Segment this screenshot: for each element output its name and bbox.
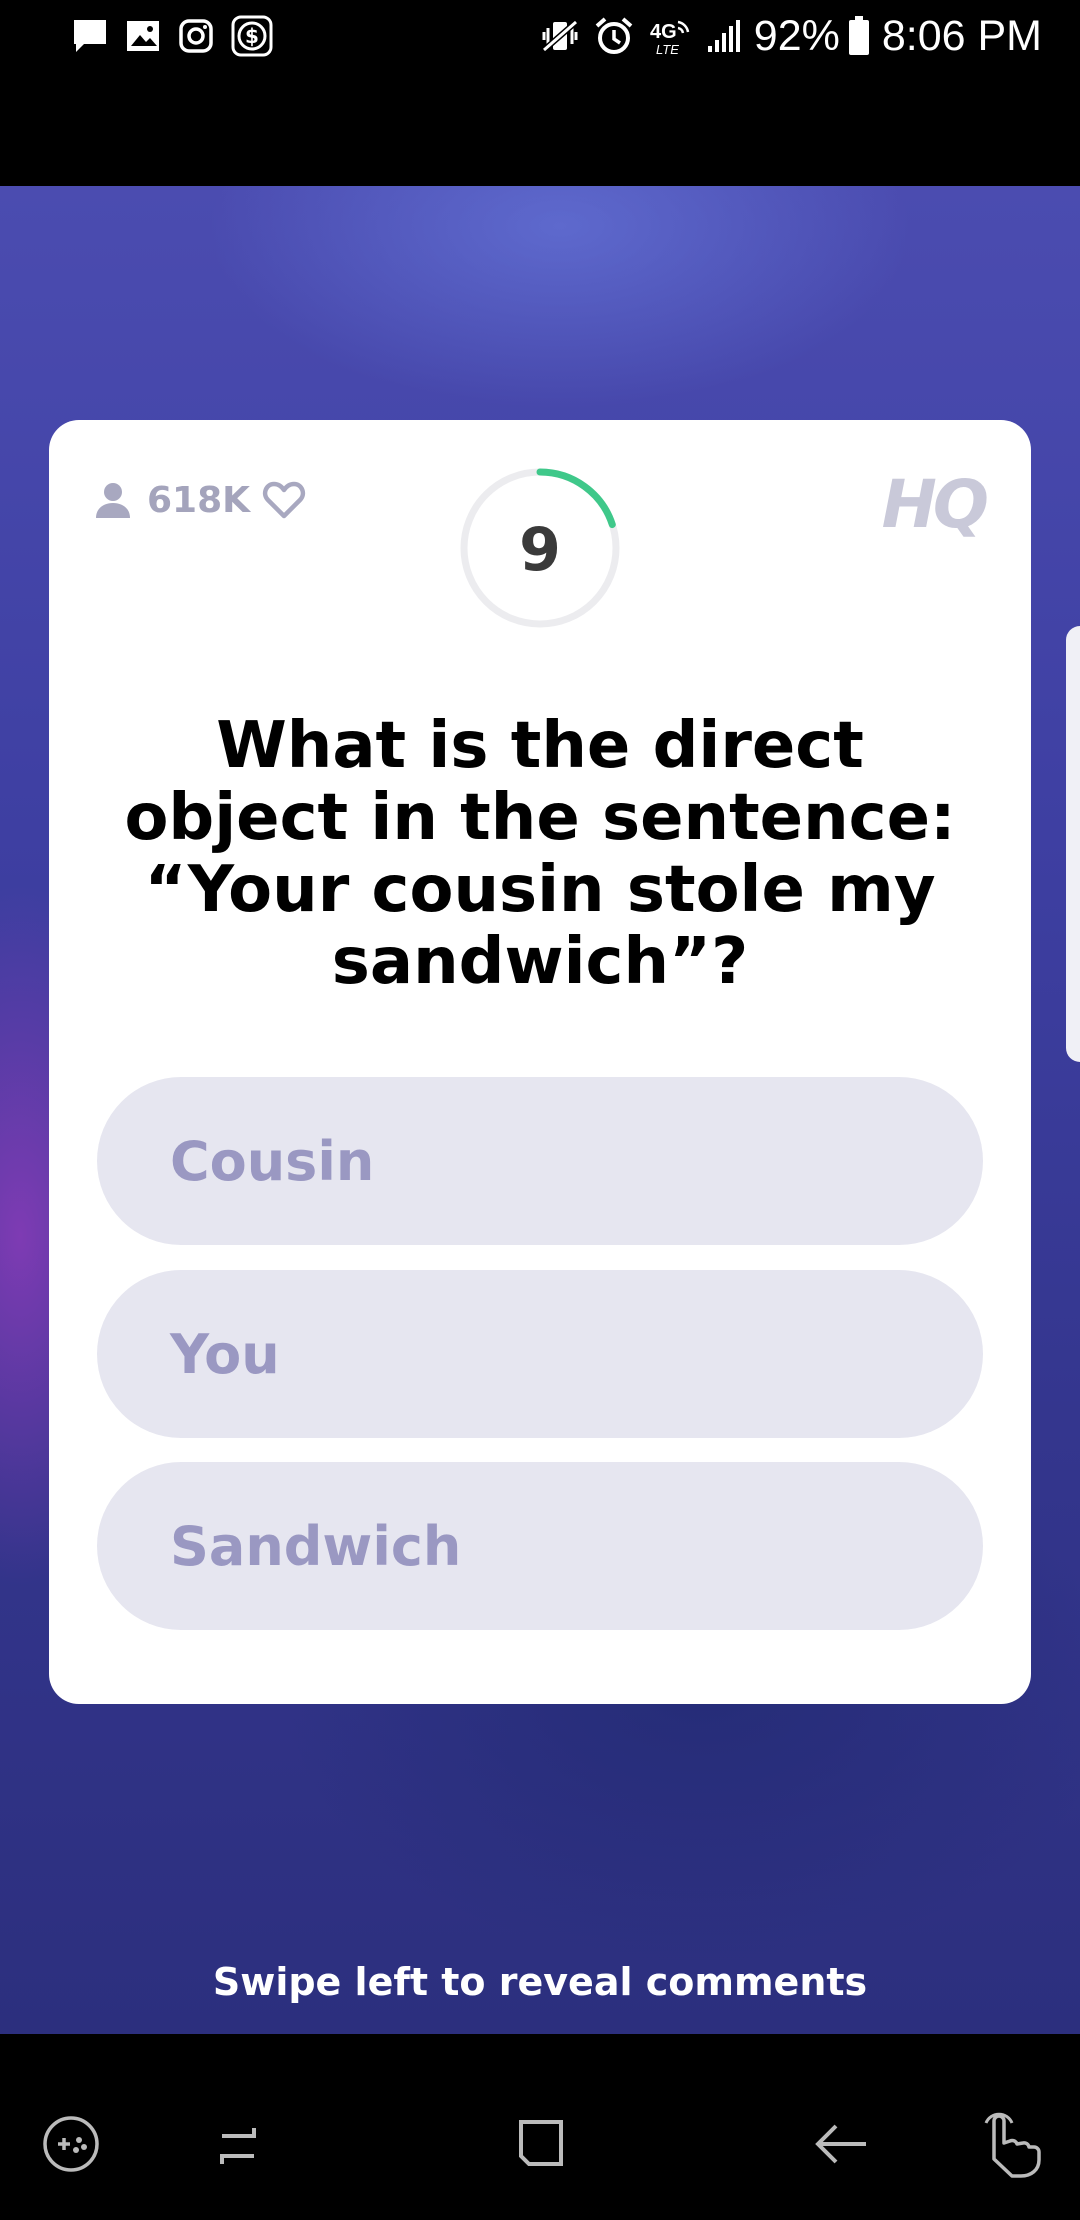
comments-drawer-handle[interactable]: [1066, 626, 1080, 1062]
back-icon[interactable]: [797, 2099, 887, 2189]
signal-icon: [706, 18, 742, 54]
navigation-bar: [0, 2034, 1080, 2220]
question-text: What is the direct object in the sentenc…: [124, 709, 956, 999]
status-bar: $ 4G LTE 92% 8:06 PM: [0, 0, 1080, 72]
countdown-timer: 9: [458, 466, 622, 630]
money-icon: $: [231, 15, 273, 57]
question-card: 618K 9 HQ What is the direct object in t…: [49, 420, 1031, 1704]
svg-text:4G: 4G: [650, 21, 677, 43]
answer-option-1[interactable]: Cousin: [97, 1077, 983, 1245]
svg-text:LTE: LTE: [656, 42, 679, 56]
message-icon: [72, 18, 108, 54]
notification-icons: $: [72, 15, 290, 57]
person-icon: [93, 480, 133, 520]
lte-icon: 4G LTE: [648, 16, 692, 56]
home-icon[interactable]: [496, 2099, 586, 2189]
recents-icon[interactable]: [193, 2099, 283, 2189]
hq-logo: HQ: [881, 466, 989, 543]
game-area: 618K 9 HQ What is the direct object in t…: [0, 186, 1080, 2034]
answer-option-2[interactable]: You: [97, 1270, 983, 1438]
gesture-icon[interactable]: [962, 2099, 1052, 2189]
alarm-icon: [594, 16, 634, 56]
screen: $ 4G LTE 92% 8:06 PM 618K 9 HQ What is t…: [0, 0, 1080, 2220]
heart-icon[interactable]: [262, 480, 306, 520]
instagram-icon: [178, 18, 214, 54]
vibrate-icon: [540, 18, 580, 54]
answer-option-3[interactable]: Sandwich: [97, 1462, 983, 1630]
game-tools-icon[interactable]: [26, 2099, 116, 2189]
viewer-count-label: 618K: [147, 479, 251, 521]
gallery-icon: [125, 18, 161, 54]
viewer-count: 618K: [93, 472, 306, 528]
system-icons: 4G LTE 92% 8:06 PM: [526, 12, 1042, 61]
clock: 8:06 PM: [881, 11, 1042, 60]
battery-percent: 92%: [753, 11, 840, 60]
timer-seconds: 9: [519, 515, 561, 585]
swipe-hint: Swipe left to reveal comments: [212, 1960, 868, 2004]
battery-icon: [848, 16, 870, 56]
svg-text:$: $: [245, 24, 259, 48]
